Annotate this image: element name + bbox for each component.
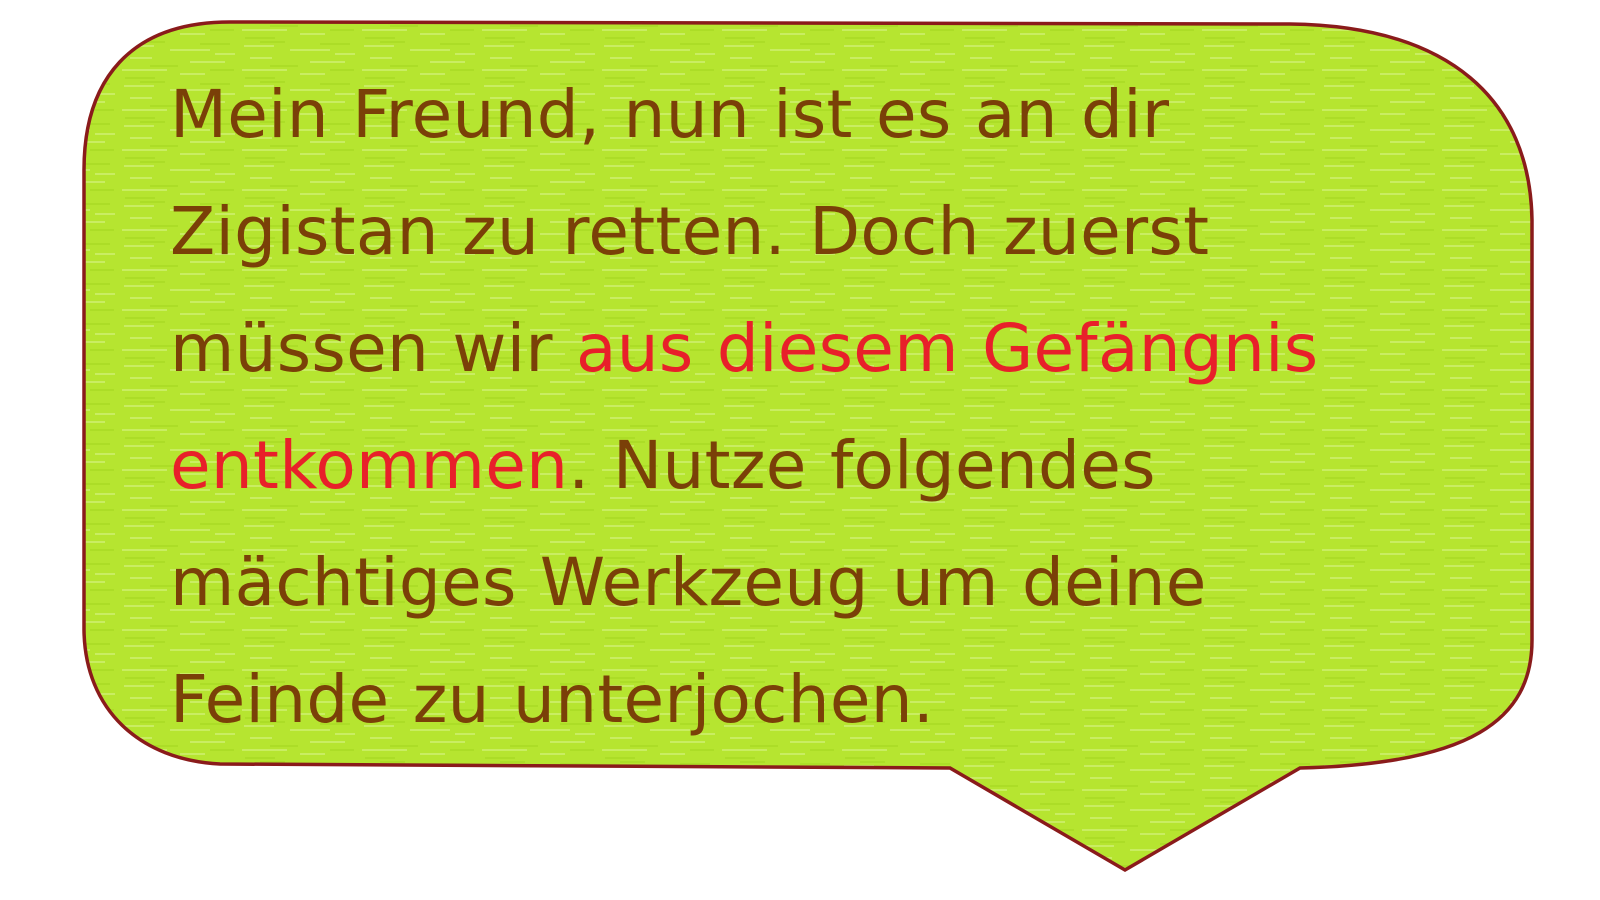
dialog-line: mächtiges Werkzeug um deine [170, 524, 1510, 641]
dialog-line: Zigistan zu retten. Doch zuerst [170, 173, 1510, 290]
dialog-text-segment: . Nutze folgendes [568, 427, 1156, 504]
dialog-line: müssen wir aus diesem Gefängnis [170, 290, 1510, 407]
dialog-line: entkommen. Nutze folgendes [170, 407, 1510, 524]
dialog-text-segment: mächtiges Werkzeug um deine [170, 544, 1207, 621]
dialog-highlight-text: aus diesem Gefängnis [576, 310, 1319, 387]
dialog-text: Mein Freund, nun ist es an dir Zigistan z… [170, 56, 1510, 758]
dialog-line: Mein Freund, nun ist es an dir [170, 56, 1510, 173]
speech-bubble-scene: Mein Freund, nun ist es an dir Zigistan z… [0, 0, 1600, 900]
dialog-text-segment: müssen wir [170, 310, 577, 387]
dialog-text-segment: Feinde zu unterjochen. [170, 661, 935, 738]
dialog-text-segment: Mein Freund, nun ist es an dir [170, 76, 1170, 153]
dialog-text-segment: Zigistan zu retten. Doch zuerst [170, 193, 1210, 270]
dialog-line: Feinde zu unterjochen. [170, 641, 1510, 758]
dialog-highlight-text: entkommen [170, 427, 569, 504]
